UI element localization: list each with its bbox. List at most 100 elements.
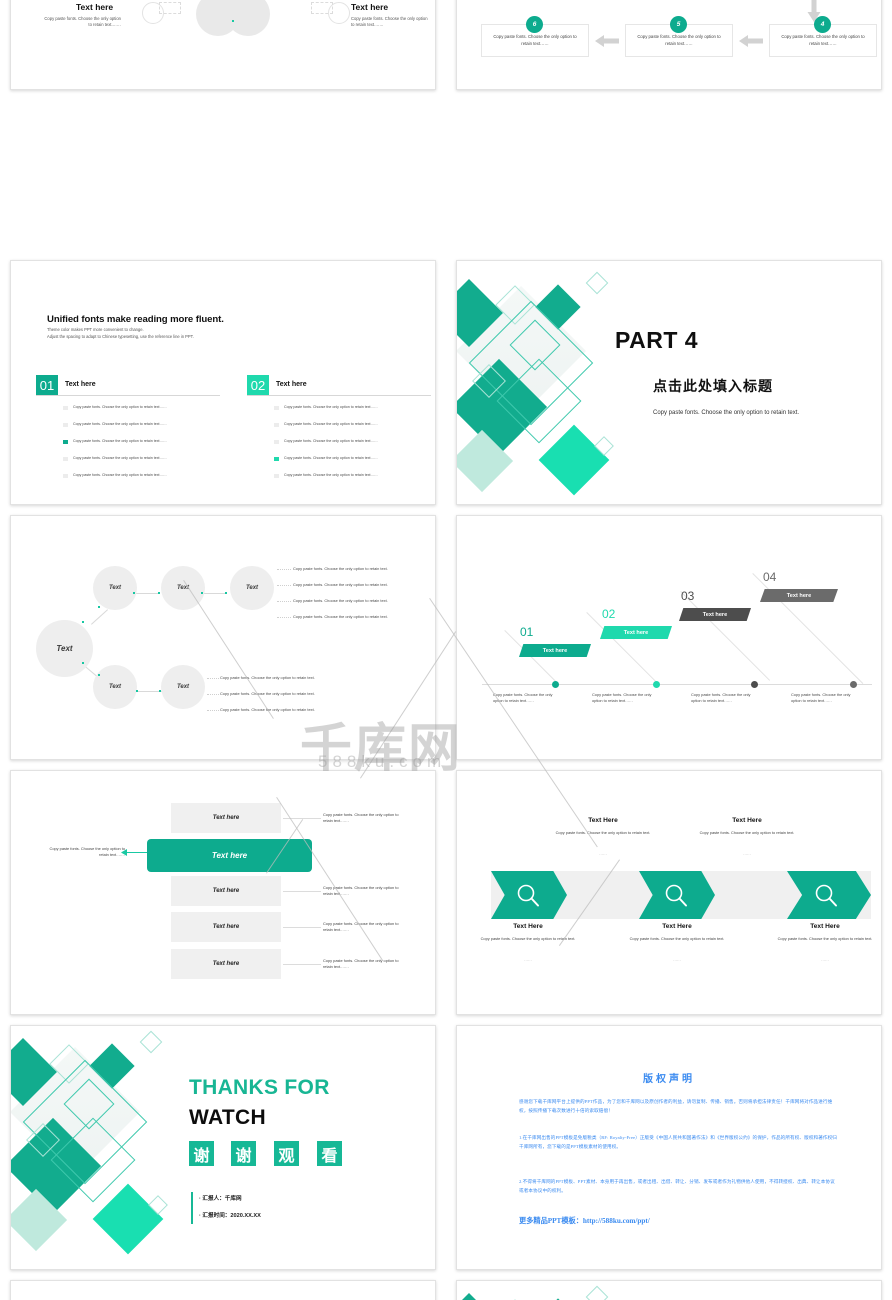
node-dot — [82, 662, 85, 665]
slide-unified-fonts[interactable]: Unified fonts make reading more fluent. … — [10, 260, 436, 505]
slide-cell-copyright[interactable]: 版权声明 感谢您下载千库网平台上提供的PPT作品，为了您和千库网以及原创作者的利… — [446, 1020, 892, 1275]
slide-cell-timeline[interactable]: 01 Text here Copy paste fonts. Choose th… — [446, 510, 892, 765]
stack-box-3-label: Text here — [212, 924, 240, 930]
timeline-flag-03: Text here — [679, 608, 751, 621]
chevron-below-body-2: Copy paste fonts. Choose the only option… — [777, 936, 873, 941]
search-icon — [517, 884, 539, 907]
stack-box-2-label: Text here — [212, 888, 240, 894]
unified-fonts-sub-line1: Theme color makes PPT more convenient to… — [47, 327, 144, 332]
chevron-above-body-1: Copy paste fonts. Choose the only option… — [699, 830, 795, 835]
slide-process-654[interactable]: Copy paste fonts. Choose the only option… — [456, 0, 882, 90]
node-dot — [159, 690, 162, 693]
slide-cell-circle-tree[interactable]: Text Text Text Text Text Text Copy paste… — [0, 510, 446, 765]
timeline-caption-03: Copy paste fonts. Choose the only option… — [691, 692, 751, 704]
stack-left-caption: Copy paste fonts. Choose the only option… — [49, 846, 125, 858]
copyright-paragraph-2: 1.在千库网出售的PPT模板是免版税类（RF: Royalty-Free）正版受… — [519, 1135, 837, 1149]
timeline-caption-01: Copy paste fonts. Choose the only option… — [493, 692, 553, 704]
timeline-flag-02: Text here — [600, 626, 672, 639]
timeline-number-03: 03 — [681, 589, 695, 603]
stack-box-0[interactable]: Text here — [171, 803, 281, 833]
column-number-02: 02 — [247, 375, 269, 395]
timeline-point-04 — [850, 680, 857, 688]
connector-line — [91, 609, 109, 625]
circle-node-root[interactable]: Text — [36, 620, 93, 677]
stack-box-4-label: Text here — [212, 961, 240, 967]
slide-chevron-search[interactable]: Text Here Copy paste fonts. Choose the o… — [456, 770, 882, 1015]
process-box-6-body: Copy paste fonts. Choose the only option… — [493, 33, 577, 46]
slide-cell-blank[interactable] — [0, 1275, 446, 1300]
slide-cell-cover-2020[interactable]: 2 0 2 0 BUSSINESS PLAN 工作汇报 / 商业计划 / 年度总… — [446, 1275, 892, 1300]
slide-timeline[interactable]: 01 Text here Copy paste fonts. Choose th… — [456, 515, 882, 760]
slide-cell-chevron-search[interactable]: Text Here Copy paste fonts. Choose the o… — [446, 765, 892, 1020]
stack-connector — [283, 927, 321, 928]
slide-blank[interactable] — [10, 1280, 436, 1300]
stack-box-1-label: Text here — [211, 851, 248, 860]
chevron-below-title-0: Text Here — [513, 923, 543, 930]
column-number-01: 01 — [36, 375, 58, 395]
decorative-blob — [226, 0, 270, 36]
tree-top-item-0: Copy paste fonts. Choose the only option… — [293, 566, 388, 571]
process-number-5: 5 — [670, 16, 687, 33]
slide-thanks[interactable]: THANKS FOR WATCH 谢 谢 观 看 · 汇报人：千库网 · 汇报时… — [10, 1025, 436, 1270]
slide-copyright[interactable]: 版权声明 感谢您下载千库网平台上提供的PPT作品，为了您和千库网以及原创作者的利… — [456, 1025, 882, 1270]
search-icon — [665, 884, 687, 907]
stack-box-4[interactable]: Text here — [171, 949, 281, 979]
timeline-flag-01: Text here — [519, 644, 591, 657]
slide-cell-thanks[interactable]: THANKS FOR WATCH 谢 谢 观 看 · 汇报人：千库网 · 汇报时… — [0, 1020, 446, 1275]
column-rule-01 — [36, 395, 220, 396]
connector-line — [201, 593, 227, 594]
chevron-below-body-1: Copy paste fonts. Choose the only option… — [629, 936, 725, 941]
bullet-square — [274, 422, 279, 427]
timeline-axis — [482, 684, 872, 685]
leader-line — [207, 710, 219, 711]
slide-circle-tree[interactable]: Text Text Text Text Text Text Copy paste… — [10, 515, 436, 760]
stack-box-4-caption: Copy paste fonts. Choose the only option… — [323, 958, 399, 970]
dashed-connector — [311, 2, 333, 14]
leader-line — [277, 585, 291, 586]
slide-cell-process-654[interactable]: Copy paste fonts. Choose the only option… — [446, 0, 892, 255]
slide-cell-flow-circles[interactable]: Text here Copy paste fonts. Choose the o… — [0, 0, 446, 255]
stack-connector — [283, 891, 321, 892]
column-01-item-3: Copy paste fonts. Choose the only option… — [73, 455, 167, 460]
slide-flow-circles[interactable]: Text here Copy paste fonts. Choose the o… — [10, 0, 436, 90]
timeline-caption-04: Copy paste fonts. Choose the only option… — [791, 692, 851, 704]
ppt-template-preview: Text here Copy paste fonts. Choose the o… — [0, 0, 892, 1300]
stack-box-2[interactable]: Text here — [171, 876, 281, 906]
node-dot — [225, 592, 228, 595]
stack-box-1-highlight[interactable]: Text here — [147, 839, 312, 872]
thanks-cn-char-0: 谢 — [189, 1141, 214, 1166]
connector-line — [133, 593, 159, 594]
copyright-more-templates-link[interactable]: 更多精品PPT模板：http://588ku.com/ppt/ — [519, 1216, 650, 1226]
slide-cover-2020[interactable]: 2 0 2 0 BUSSINESS PLAN 工作汇报 / 商业计划 / 年度总… — [456, 1280, 882, 1300]
circle-node-1[interactable]: Text — [93, 566, 137, 610]
column-rule-02 — [247, 395, 431, 396]
slide1-body-right: Copy paste fonts. Choose the only option… — [351, 16, 428, 28]
circle-node-5[interactable]: Text — [161, 665, 205, 709]
slide-cell-stack-list[interactable]: Copy paste fonts. Choose the only option… — [0, 765, 446, 1020]
chevron-above-dots-1: …… — [743, 851, 751, 856]
leader-line — [207, 694, 219, 695]
bullet-square — [63, 422, 68, 427]
slide1-heading-right: Text here — [351, 2, 389, 12]
node-dot — [98, 674, 101, 677]
slide-stack-list[interactable]: Copy paste fonts. Choose the only option… — [10, 770, 436, 1015]
stack-box-3[interactable]: Text here — [171, 912, 281, 942]
copyright-paragraph-3: 2.不得将千库网的PPT模板、PPT素材、本身用于再出售，或者出租、出借、转让、… — [519, 1179, 835, 1193]
slide-thumbnail-grid: Text here Copy paste fonts. Choose the o… — [0, 0, 892, 1300]
circle-node-3[interactable]: Text — [230, 566, 274, 610]
bullet-square — [274, 439, 279, 444]
thanks-line-1: THANKS FOR — [189, 1076, 330, 1099]
bullet-square — [63, 405, 68, 410]
timeline-caption-02: Copy paste fonts. Choose the only option… — [592, 692, 652, 704]
timeline-number-04: 04 — [763, 570, 777, 584]
column-02-item-0: Copy paste fonts. Choose the only option… — [284, 404, 378, 409]
node-dot — [133, 592, 136, 595]
slide-part-4[interactable]: PART 4 点击此处填入标题 Copy paste fonts. Choose… — [456, 260, 882, 505]
circle-node-4[interactable]: Text — [93, 665, 137, 709]
slide-cell-unified-fonts[interactable]: Unified fonts make reading more fluent. … — [0, 255, 446, 510]
column-01-item-0: Copy paste fonts. Choose the only option… — [73, 404, 167, 409]
stack-connector — [283, 964, 321, 965]
slide-cell-part-4[interactable]: PART 4 点击此处填入标题 Copy paste fonts. Choose… — [446, 255, 892, 510]
part-4-desc: Copy paste fonts. Choose the only option… — [653, 410, 800, 416]
chevron-below-dots-0: …… — [524, 957, 532, 962]
